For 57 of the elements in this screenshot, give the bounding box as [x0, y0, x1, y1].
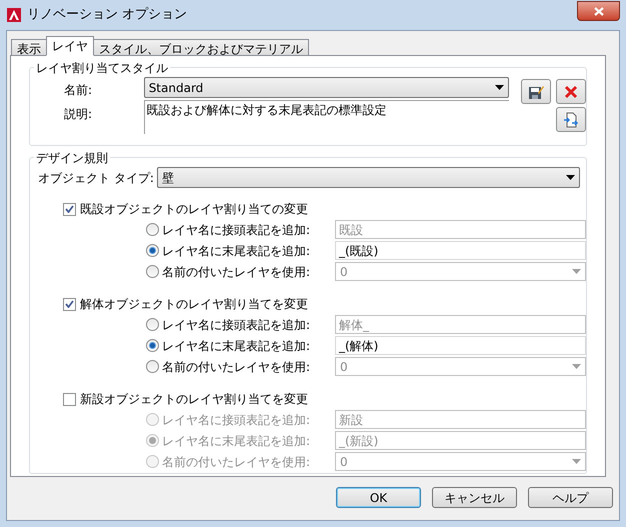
checkmark-icon [65, 205, 74, 213]
tab[interactable]: 表示 [11, 39, 47, 56]
radio-button[interactable] [146, 413, 159, 426]
close-button[interactable] [577, 1, 620, 21]
checkbox[interactable] [63, 298, 76, 310]
option-label: レイヤ名に接頭表記を追加: [162, 412, 310, 428]
radio-button[interactable] [146, 318, 159, 331]
input-field[interactable]: _(既設) [335, 241, 586, 260]
radio-button[interactable] [146, 434, 159, 447]
dialog-button[interactable]: ヘルプ [528, 487, 613, 508]
option-label: 名前の付いたレイヤを使用: [162, 454, 310, 470]
option-label: レイヤ名に接頭表記を追加: [162, 316, 310, 334]
checkbox[interactable] [63, 392, 76, 406]
import-style-button[interactable] [556, 107, 586, 132]
document-arrows-icon [563, 112, 580, 128]
dropdown-caret-icon [572, 364, 581, 369]
app-logo-icon [7, 8, 21, 22]
checkmark-icon [65, 300, 74, 308]
dropdown-caret-icon [495, 85, 504, 90]
radio-button[interactable] [146, 244, 159, 257]
dialog-button[interactable]: キャンセル [432, 487, 517, 508]
radio-button[interactable] [146, 223, 159, 236]
option-label: レイヤ名に末尾表記を追加: [162, 242, 310, 260]
radio-button[interactable] [146, 455, 159, 468]
tab[interactable]: スタイル、ブロックおよびマテリアル [93, 39, 309, 56]
input-field[interactable]: _(解体) [335, 336, 586, 355]
dropdown-caret-icon [572, 459, 581, 464]
checkbox-label: 新設オブジェクトのレイヤ割り当てを変更 [80, 391, 308, 408]
radio-button[interactable] [146, 360, 159, 373]
checkbox-label: 既設オブジェクトのレイヤ割り当ての変更 [80, 201, 308, 218]
option-label: レイヤ名に末尾表記を追加: [162, 432, 310, 450]
option-label: レイヤ名に末尾表記を追加: [162, 338, 310, 354]
style-dropdown[interactable]: Standard [144, 77, 510, 98]
radio-button[interactable] [146, 265, 159, 278]
floppy-disk-pencil-icon [528, 84, 544, 100]
radio-button[interactable] [146, 339, 159, 352]
dialog-button[interactable]: OK [336, 487, 421, 508]
save-style-button[interactable] [521, 79, 552, 104]
group-title: デザイン規則 [34, 149, 110, 167]
object-type-dropdown[interactable]: 壁 [156, 167, 580, 188]
dropdown-caret-icon [566, 175, 575, 180]
tab[interactable]: レイヤ [46, 36, 94, 56]
option-label: 名前の付いたレイヤを使用: [162, 264, 310, 280]
option-label: レイヤ名に接頭表記を追加: [162, 222, 310, 238]
field-label: 説明: [64, 106, 94, 123]
window-title: リノベーション オプション [27, 6, 188, 24]
checkbox[interactable] [63, 202, 76, 216]
field-label: オブジェクト タイプ: [38, 170, 154, 186]
description-field: 既設および解体に対する末尾表記の標準設定 [144, 100, 510, 134]
option-label: 名前の付いたレイヤを使用: [162, 358, 310, 376]
checkbox-label: 解体オブジェクトのレイヤ割り当てを変更 [80, 296, 308, 313]
delete-button[interactable] [556, 79, 586, 104]
close-icon [594, 6, 604, 16]
group-title: レイヤ割り当てスタイル [34, 59, 170, 77]
dropdown-caret-icon [572, 269, 581, 274]
delete-x-icon [564, 84, 578, 98]
field-label: 名前: [64, 82, 94, 99]
